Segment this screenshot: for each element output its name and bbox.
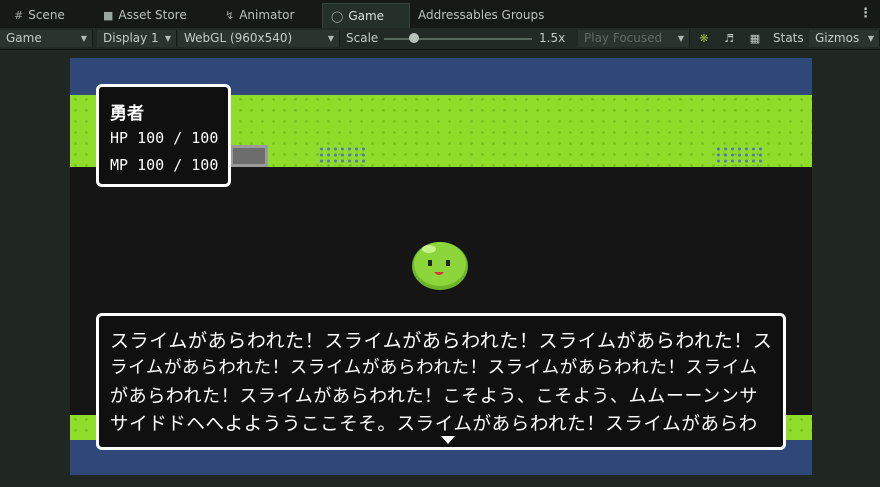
resolution-dropdown[interactable]: WebGL (960x540) ▼ bbox=[178, 30, 340, 47]
bag-icon: ■ bbox=[103, 9, 114, 22]
speaker-icon[interactable]: ♬ bbox=[720, 30, 738, 47]
chevron-down-icon: ▼ bbox=[677, 34, 684, 43]
next-page-indicator-icon bbox=[441, 436, 455, 444]
chevron-down-icon: ▼ bbox=[164, 34, 171, 43]
play-mode-label: Play Focused bbox=[584, 31, 663, 45]
tab-addressables-groups[interactable]: Addressables Groups bbox=[418, 3, 544, 28]
stats-button[interactable]: Stats bbox=[773, 30, 804, 47]
view-mode-label: Game bbox=[6, 31, 42, 45]
more-options-icon[interactable]: ⋮ bbox=[859, 6, 872, 21]
message-window[interactable]: スライムがあらわれた！スライムがあらわれた！スライムがあらわれた！ス ライムがあ… bbox=[96, 313, 786, 450]
status-window: 勇者 HP 100 / 100 MP 100 / 100 bbox=[96, 84, 231, 187]
scale-slider-handle[interactable] bbox=[408, 33, 419, 43]
hp-label: HP bbox=[110, 129, 129, 147]
tab-asset-store-label: Asset Store bbox=[118, 8, 187, 22]
gizmos-dropdown[interactable]: Gizmos ▼ bbox=[809, 30, 880, 47]
tab-game-label: Game bbox=[348, 9, 385, 23]
tab-scene[interactable]: # Scene bbox=[14, 3, 65, 28]
tab-game[interactable]: ◯ Game bbox=[322, 3, 410, 28]
chevron-down-icon: ▼ bbox=[867, 34, 874, 43]
editor-tab-bar: # Scene ■ Asset Store ↯ Animator ◯ Game Addr… bbox=[0, 0, 880, 29]
scale-slider[interactable] bbox=[384, 38, 532, 40]
slime-sprite bbox=[412, 242, 468, 290]
hp-row: HP 100 / 100 bbox=[110, 129, 218, 147]
tab-animator-label: Animator bbox=[239, 8, 295, 22]
animator-icon: ↯ bbox=[225, 9, 235, 22]
message-line: があらわれた！スライムがあらわれた！こそよう、こそよう、ムムーーンンサ bbox=[110, 386, 758, 407]
tab-asset-store[interactable]: ■ Asset Store bbox=[103, 3, 187, 28]
play-mode-dropdown[interactable]: Play Focused ▼ bbox=[578, 30, 690, 47]
message-line: スライムがあらわれた！スライムがあらわれた！スライムがあらわれた！ス bbox=[110, 330, 773, 352]
hp-value: 100 / 100 bbox=[137, 129, 219, 147]
resolution-label: WebGL (960x540) bbox=[184, 31, 293, 45]
message-line: ライムがあらわれた！スライムがあらわれた！スライムがあらわれた！スライム bbox=[110, 358, 758, 378]
scale-label: Scale bbox=[346, 31, 379, 45]
mp-value: 100 / 100 bbox=[137, 156, 219, 174]
bug-icon[interactable]: ❋ bbox=[695, 30, 713, 47]
chevron-down-icon: ▼ bbox=[327, 34, 334, 43]
flower-patch bbox=[715, 146, 765, 166]
keyboard-icon[interactable]: ▦ bbox=[746, 30, 764, 47]
message-line: サイドドヘへよよううここそそ。スライムがあらわれた！スライムがあらわ bbox=[110, 414, 758, 435]
scale-value: 1.5x bbox=[539, 31, 566, 45]
chevron-down-icon: ▼ bbox=[80, 34, 87, 43]
hero-name: 勇者 bbox=[110, 104, 144, 124]
stone-block bbox=[230, 145, 268, 167]
mp-row: MP 100 / 100 bbox=[110, 156, 218, 174]
grid-icon: # bbox=[14, 9, 24, 22]
tab-scene-label: Scene bbox=[28, 8, 65, 22]
flower-patch bbox=[318, 146, 368, 166]
tab-animator[interactable]: ↯ Animator bbox=[225, 3, 294, 28]
gizmos-label: Gizmos bbox=[815, 31, 860, 45]
display-label: Display 1 bbox=[103, 31, 159, 45]
gamepad-icon: ◯ bbox=[331, 10, 344, 23]
view-mode-dropdown[interactable]: Game ▼ bbox=[0, 30, 93, 47]
tab-addressables-label: Addressables Groups bbox=[418, 8, 545, 22]
display-dropdown[interactable]: Display 1 ▼ bbox=[97, 30, 177, 47]
mp-label: MP bbox=[110, 156, 129, 174]
